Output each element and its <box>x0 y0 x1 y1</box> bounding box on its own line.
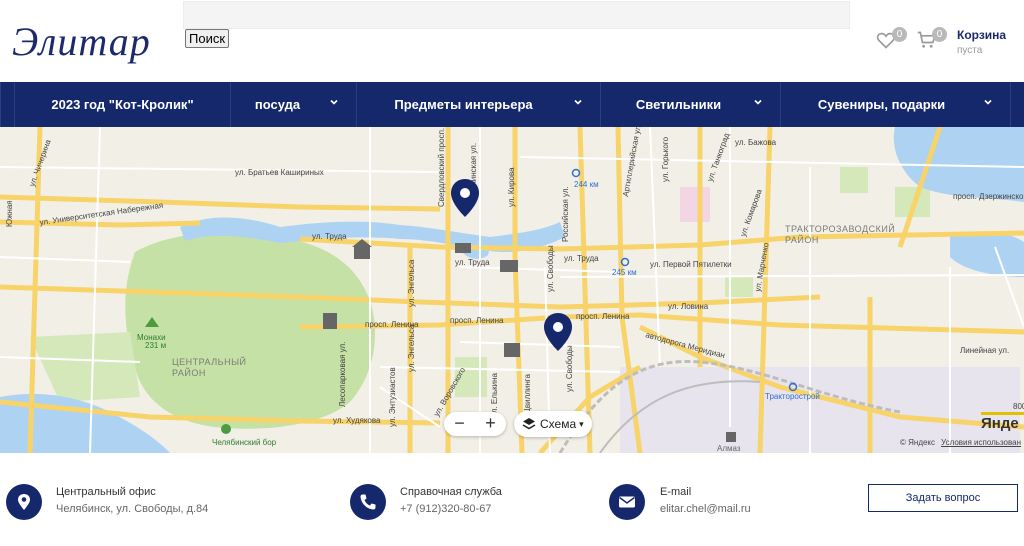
zoom-control: − + <box>444 412 506 436</box>
map-label: просп. Ленина <box>450 316 504 325</box>
map-label: ул. Бажова <box>735 138 777 147</box>
map-copyright-text: © Яндекс <box>900 438 936 447</box>
office-title: Центральный офис <box>56 486 156 498</box>
cart-title[interactable]: Корзина <box>957 28 1006 42</box>
map-terms-link[interactable]: Условия использован <box>941 438 1021 447</box>
nav-item-posuda[interactable]: посуда <box>230 82 356 127</box>
map-label: ул. Горького <box>661 136 670 182</box>
layers-icon <box>522 418 536 430</box>
map-label: Линейная ул. <box>960 346 1009 355</box>
email-envelope-icon <box>609 484 645 520</box>
nav-item-label: Сувениры, подарки <box>817 97 946 112</box>
favorites-button[interactable]: 0 <box>876 27 907 52</box>
cart-status: пуста <box>957 45 983 56</box>
nav-edge <box>0 82 14 127</box>
chevron-down-icon <box>330 99 338 105</box>
yandex-map[interactable]: ул. Братьев Кашириных ул. Университетска… <box>0 127 1024 453</box>
nav-item-label: 2023 год "Кот-Кролик" <box>51 97 194 112</box>
zoom-out-button[interactable]: − <box>444 412 475 436</box>
map-label: ул. Свободы <box>546 245 555 292</box>
map-layers-button[interactable]: Схема ▾ <box>514 411 592 437</box>
map-label: 245 км <box>612 268 637 277</box>
main-navigation: 2023 год "Кот-Кролик" посуда Предметы ин… <box>0 82 1024 127</box>
location-pin-icon <box>6 484 42 520</box>
map-label: Лесопарковая ул. <box>338 342 347 407</box>
nav-item-label: Предметы интерьера <box>394 97 533 112</box>
map-copyright: © Яндекс Условия использован <box>900 438 1021 447</box>
cart-button[interactable]: 0 <box>917 27 947 52</box>
map-label: Тракторострой <box>765 392 820 401</box>
map-label: ул. Труда <box>312 232 347 241</box>
map-label: ул. Елькина <box>490 373 499 417</box>
map-label: ул. Кирова <box>507 167 516 207</box>
map-label: 244 км <box>574 180 599 189</box>
nav-item-predmety-interera[interactable]: Предметы интерьера <box>356 82 600 127</box>
map-label: ул. Энгельса <box>407 324 416 372</box>
nav-item-label: Светильники <box>635 97 722 112</box>
map-label: ул. Худякова <box>333 416 381 425</box>
zoom-in-button[interactable]: + <box>475 412 506 436</box>
chevron-down-icon <box>574 99 582 105</box>
search-input[interactable] <box>183 1 850 29</box>
chevron-down-icon <box>984 99 992 105</box>
support-phone[interactable]: +7 (912)320-80-67 <box>400 503 491 515</box>
email-title: E-mail <box>660 486 692 498</box>
map-label: Российская ул. <box>561 186 570 242</box>
ask-question-button[interactable]: Задать вопрос <box>868 484 1018 512</box>
nav-item-label: посуда <box>254 97 301 112</box>
map-label: ул. Труда <box>564 254 599 263</box>
phone-icon <box>350 484 386 520</box>
map-label: Южная <box>5 200 14 227</box>
nav-item-kot-krolik[interactable]: 2023 год "Кот-Кролик" <box>14 82 230 127</box>
map-label: ул. Энгельса <box>407 259 416 307</box>
map-label: Алмаз <box>717 444 741 453</box>
map-label: 231 м <box>145 341 166 350</box>
map-label: Свердловский просп. <box>437 128 446 207</box>
map-label: ул. Энтузиастов <box>388 367 397 427</box>
site-header: Элитар Поиск 0 0 Корзина пуста <box>0 0 1024 82</box>
map-label: ул. Труда <box>455 258 490 267</box>
map-label: ул. Ловина <box>668 302 709 311</box>
cart-count-badge: 0 <box>932 27 947 42</box>
map-label: просп. Дзержинского <box>953 192 1024 201</box>
map-label: ул. Первой Пятилетки <box>650 260 732 269</box>
yandex-logo[interactable]: Янде <box>981 415 1019 432</box>
chevron-down-icon <box>754 99 762 105</box>
map-layers-label: Схема <box>540 417 577 431</box>
search-button[interactable]: Поиск <box>185 29 230 48</box>
favorites-count-badge: 0 <box>892 27 907 42</box>
contacts-footer: Центральный офис Челябинск, ул. Свободы,… <box>0 453 1024 546</box>
map-label: просп. Ленина <box>576 312 630 321</box>
site-logo[interactable]: Элитар <box>12 18 151 65</box>
nav-item-svetilniki[interactable]: Светильники <box>600 82 780 127</box>
map-scale-value: 800 <box>1013 402 1024 411</box>
email-address[interactable]: elitar.chel@mail.ru <box>660 503 751 515</box>
map-label: ул. Свободы <box>565 345 574 392</box>
support-title: Справочная служба <box>400 486 502 498</box>
office-address: Челябинск, ул. Свободы, д.84 <box>56 503 209 515</box>
nav-item-suveniry[interactable]: Сувениры, подарки <box>780 82 1010 127</box>
dropdown-arrow-icon: ▾ <box>579 418 584 429</box>
nav-edge <box>1010 82 1024 127</box>
map-label: ул. Братьев Кашириных <box>235 168 324 177</box>
map-label: Челябинский бор <box>212 438 277 447</box>
